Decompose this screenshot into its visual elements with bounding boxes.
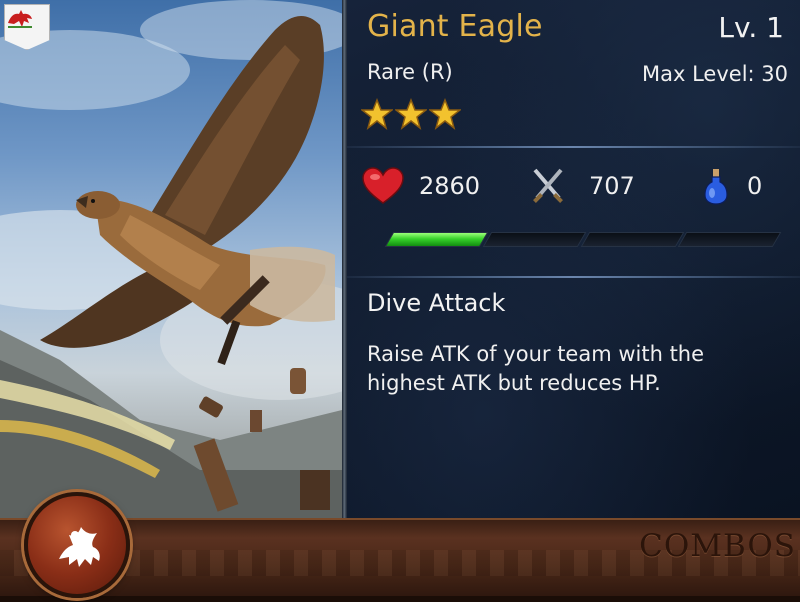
star-icon xyxy=(361,98,393,130)
dragon-flag-icon xyxy=(8,10,32,28)
xp-progress-bar xyxy=(384,232,782,247)
section-divider xyxy=(347,146,800,148)
card-artwork xyxy=(0,0,342,518)
mp-value: 0 xyxy=(747,172,763,200)
card-name: Giant Eagle xyxy=(367,9,543,44)
faction-emblem[interactable] xyxy=(24,492,130,598)
stat-mp: 0 xyxy=(703,163,762,209)
combos-tab[interactable]: COMBOS xyxy=(639,528,796,564)
skill-name: Dive Attack xyxy=(367,289,506,317)
card-level: Lv. 1 xyxy=(718,11,784,44)
griffin-emblem-icon xyxy=(59,527,100,567)
xp-fill xyxy=(386,233,487,246)
card-rarity: Rare (R) xyxy=(367,60,453,84)
section-divider xyxy=(347,276,800,278)
stat-atk: 707 xyxy=(529,163,635,209)
hp-value: 2860 xyxy=(419,172,481,200)
star-icon xyxy=(429,98,461,130)
max-level: Max Level: 30 xyxy=(642,62,788,86)
stat-hp: 2860 xyxy=(361,163,480,209)
skill-description: Raise ATK of your team with the highest … xyxy=(367,342,705,395)
atk-value: 707 xyxy=(589,172,635,200)
crossed-swords-icon xyxy=(533,168,563,203)
star-icon xyxy=(395,98,427,130)
rarity-stars xyxy=(361,98,461,134)
card-info-panel: Giant Eagle Lv. 1 Rare (R) Max Level: 30… xyxy=(347,0,800,518)
potion-icon xyxy=(704,169,728,205)
eagle-illustration xyxy=(0,0,342,518)
heart-icon xyxy=(362,167,404,204)
